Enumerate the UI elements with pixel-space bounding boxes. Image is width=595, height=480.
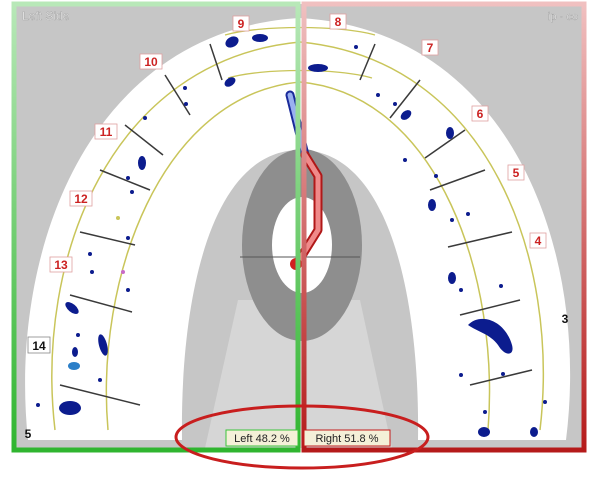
contact-mark: [76, 333, 80, 337]
contact-mark: [126, 288, 130, 292]
contact-mark: [459, 373, 463, 377]
contact-mark: [459, 288, 463, 292]
contact-mark: [59, 401, 81, 415]
tooth-label-left-9: 9: [238, 17, 245, 31]
contact-mark: [143, 116, 147, 120]
tooth-label-left-5: 5: [25, 427, 32, 441]
occlusion-view: Left Side ip · co 9 10 11 12 13 14 5 8 7…: [0, 0, 595, 480]
minor-mark: [121, 270, 125, 274]
contact-mark: [88, 252, 92, 256]
left-percent-label: Left 48.2 %: [234, 433, 290, 445]
tooth-label-right-7: 7: [427, 41, 434, 55]
contact-mark: [72, 347, 78, 357]
contact-mark: [130, 190, 134, 194]
contact-mark: [68, 362, 80, 370]
contact-mark: [183, 86, 187, 90]
contact-mark: [126, 176, 130, 180]
contact-mark: [466, 212, 470, 216]
contact-mark: [138, 156, 146, 170]
contact-mark: [446, 127, 454, 139]
tooth-label-left-12: 12: [74, 192, 88, 206]
tooth-label-right-6: 6: [477, 107, 484, 121]
occlusion-canvas: Left Side ip · co 9 10 11 12 13 14 5 8 7…: [11, 1, 587, 470]
tooth-label-left-14: 14: [32, 339, 46, 353]
contact-mark: [428, 199, 436, 211]
contact-mark: [543, 400, 547, 404]
contact-mark: [530, 427, 538, 437]
contact-mark: [434, 174, 438, 178]
contact-mark: [450, 218, 454, 222]
right-corner-text: ip · co: [548, 11, 578, 23]
tooth-label-left-13: 13: [54, 258, 68, 272]
contact-mark: [403, 158, 407, 162]
contact-mark: [36, 403, 40, 407]
tooth-label-right-3: 3: [562, 312, 569, 326]
tooth-label-left-10: 10: [144, 55, 158, 69]
contact-mark: [448, 272, 456, 284]
tooth-label-right-4: 4: [535, 234, 542, 248]
contact-mark: [501, 372, 505, 376]
contact-mark: [98, 378, 102, 382]
tooth-label-right-8: 8: [335, 15, 342, 29]
tooth-label-left-11: 11: [100, 125, 113, 139]
contact-mark: [252, 34, 268, 42]
minor-mark: [116, 216, 120, 220]
contact-mark: [308, 64, 328, 72]
contact-mark: [354, 45, 358, 49]
contact-mark: [393, 102, 397, 106]
right-percent-label: Right 51.8 %: [316, 433, 379, 445]
contact-mark: [478, 427, 490, 437]
contact-mark: [184, 102, 188, 106]
contact-mark: [376, 93, 380, 97]
contact-mark: [90, 270, 94, 274]
left-side-title: Left Side: [22, 9, 70, 23]
tooth-label-right-5: 5: [513, 166, 520, 180]
contact-mark: [483, 410, 487, 414]
contact-mark: [499, 284, 503, 288]
contact-mark: [126, 236, 130, 240]
